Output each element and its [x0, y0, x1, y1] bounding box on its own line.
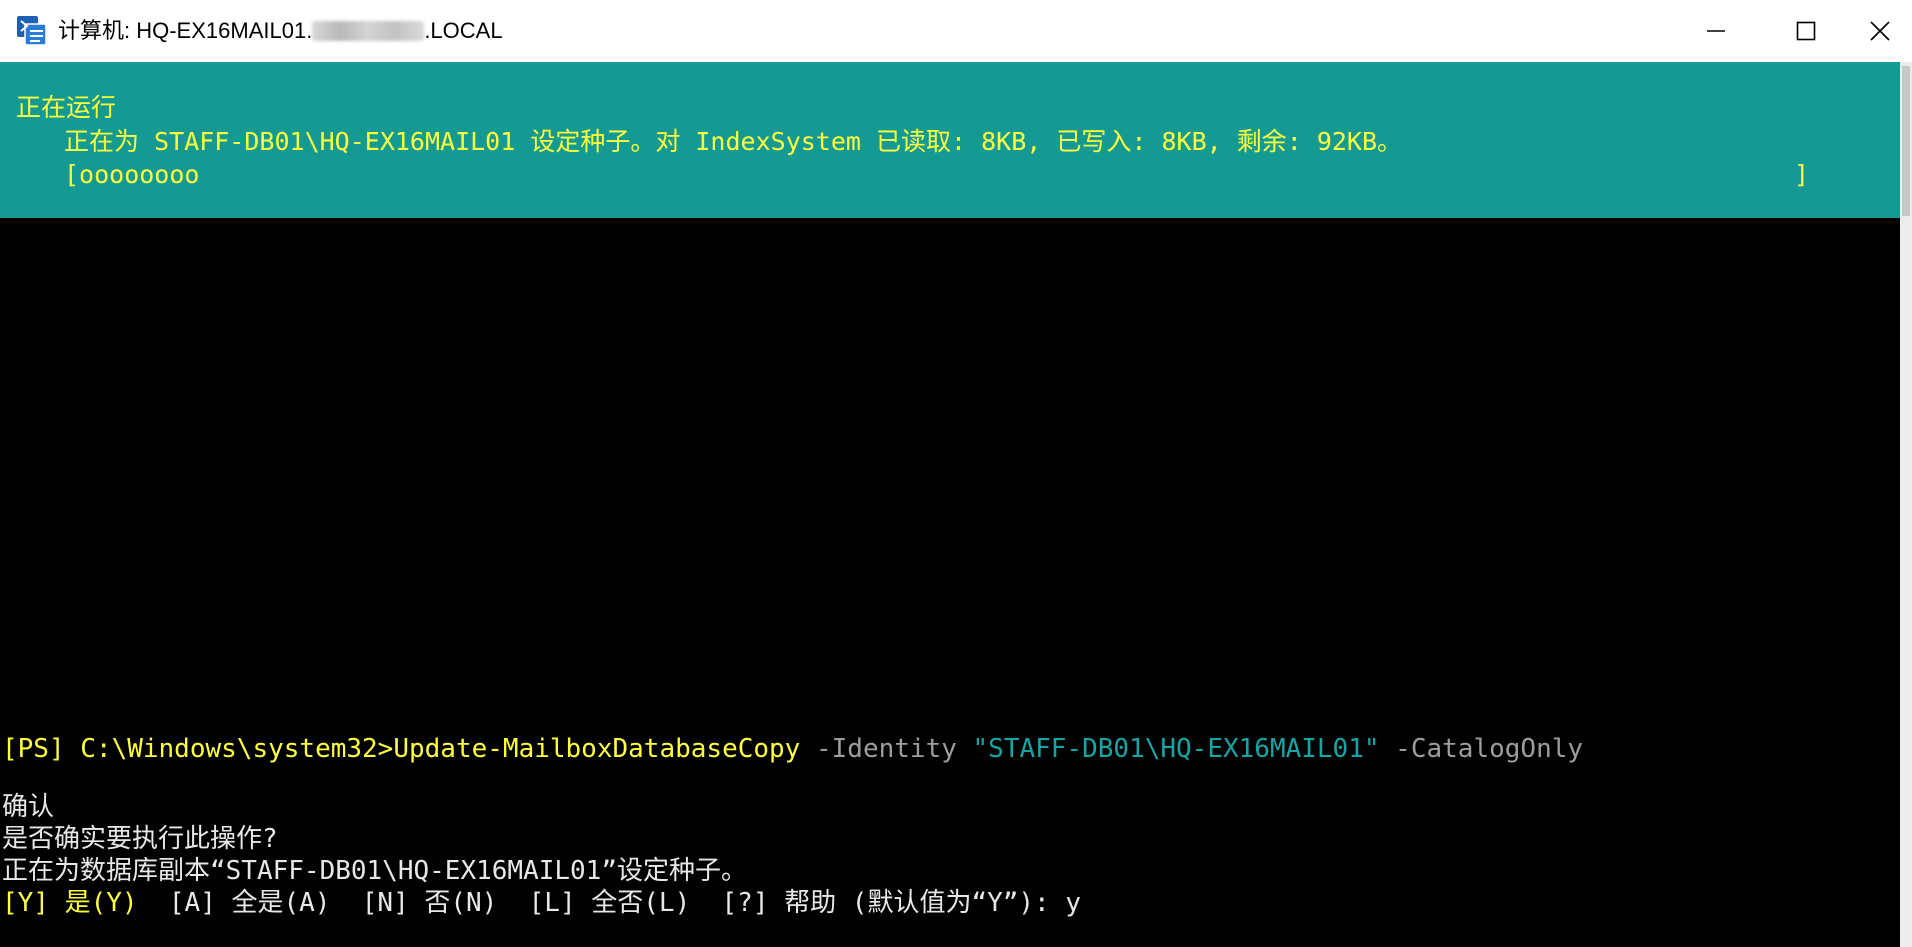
console-output[interactable]: [PS] C:\Windows\system32>Update-MailboxD… [0, 218, 1900, 947]
identity-value: "STAFF-DB01\HQ-EX16MAIL01" [972, 734, 1380, 764]
confirm-choices[interactable]: [Y] 是(Y) [A] 全是(A) [N] 否(N) [L] 全否(L) [?… [2, 886, 1081, 920]
progress-activity: 正在运行 [16, 93, 117, 122]
close-button[interactable] [1848, 0, 1912, 62]
progress-banner: 正在运行 正在为 STAFF-DB01\HQ-EX16MAIL01 设定种子。对… [0, 62, 1900, 218]
progress-bar: [oooooooo [64, 160, 200, 189]
cmdlet-name: Update-MailboxDatabaseCopy [393, 734, 801, 764]
identity-parameter: -Identity [800, 734, 973, 764]
vertical-scrollbar[interactable] [1900, 62, 1912, 947]
close-icon [1870, 21, 1890, 41]
powershell-app-icon[interactable] [16, 15, 48, 47]
maximize-button[interactable] [1774, 0, 1838, 62]
minimize-button[interactable] [1684, 0, 1748, 62]
maximize-icon [1796, 21, 1816, 41]
minimize-icon [1707, 30, 1725, 32]
choice-yes: [Y] 是(Y) [2, 888, 138, 918]
confirm-title: 确认 [2, 792, 55, 822]
choice-others: [A] 全是(A) [N] 否(N) [L] 全否(L) [?] 帮助 (默认值… [137, 888, 1082, 918]
redacted-domain [312, 21, 425, 41]
progress-bar-end: ] [1794, 160, 1810, 189]
command-line: [PS] C:\Windows\system32>Update-MailboxD… [2, 732, 1583, 766]
prompt: [PS] C:\Windows\system32> [2, 734, 394, 764]
title-bar[interactable]: 计算机: HQ-EX16MAIL01. .LOCAL [0, 0, 1912, 62]
window-title-suffix: .LOCAL [424, 18, 503, 43]
progress-status: 正在为 STAFF-DB01\HQ-EX16MAIL01 设定种子。对 Inde… [64, 127, 1403, 156]
confirm-question: 是否确实要执行此操作? [2, 824, 278, 854]
scrollbar-thumb[interactable] [1902, 66, 1910, 216]
window-title: 计算机: HQ-EX16MAIL01. .LOCAL [58, 17, 503, 45]
powershell-window: 计算机: HQ-EX16MAIL01. .LOCAL 正在运行 正在为 STAFF… [0, 0, 1912, 947]
catalog-only-parameter: -CatalogOnly [1379, 734, 1584, 764]
confirm-detail: 正在为数据库副本“STAFF-DB01\HQ-EX16MAIL01”设定种子。 [2, 856, 747, 886]
window-title-prefix: 计算机: HQ-EX16MAIL01. [58, 18, 313, 43]
